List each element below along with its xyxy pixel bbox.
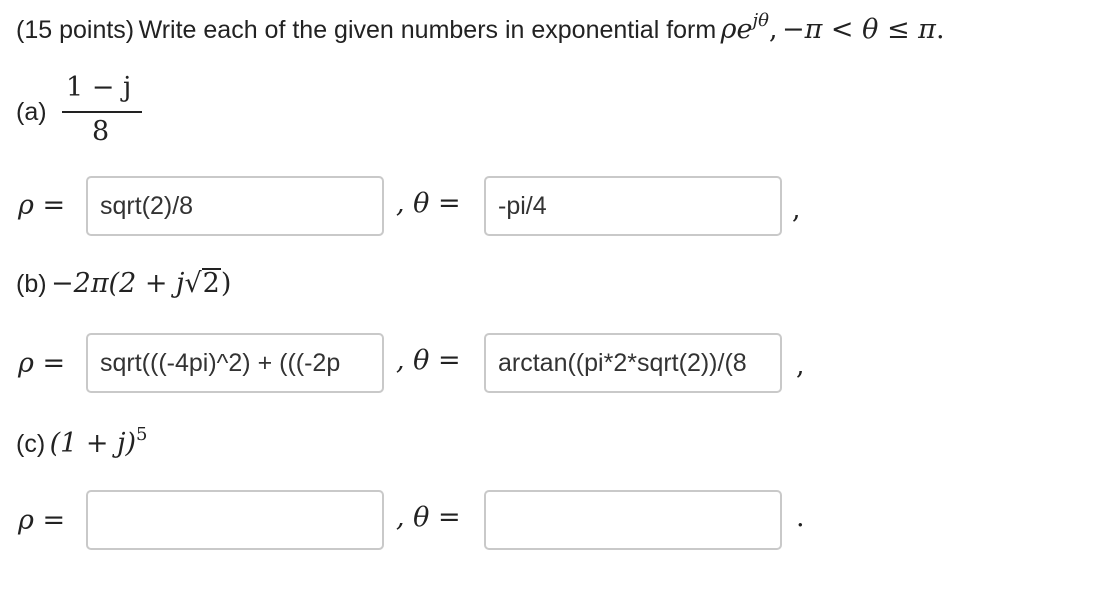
part-b-line: (b) −2π(2 + j√2)	[16, 268, 231, 299]
part-a-theta-input[interactable]	[484, 176, 782, 236]
part-b-theta-input[interactable]	[484, 333, 782, 393]
part-b-rho-eq: ρ =	[18, 348, 66, 379]
part-c-theta-input[interactable]	[484, 490, 782, 550]
question-text: Write each of the given numbers in expon…	[138, 16, 717, 44]
question-line: (15 points) Write each of the given numb…	[16, 10, 945, 45]
form-e: e	[736, 14, 753, 45]
form-comma: ,	[768, 14, 778, 45]
part-b-label: (b)	[16, 270, 47, 298]
question-period: .	[935, 14, 945, 45]
fraction-bar	[62, 111, 142, 113]
part-c-rho-eq: ρ =	[18, 505, 66, 536]
part-a-fraction: 1 − j 8	[62, 72, 142, 152]
points-label: (15 points)	[16, 16, 135, 44]
part-a-label: (a)	[16, 98, 47, 126]
part-a-end-punct: ,	[792, 194, 801, 225]
part-c-expr-exp: 5	[136, 424, 148, 445]
part-b-sqrt-arg: 2	[201, 268, 221, 299]
part-a-rho-eq: ρ =	[18, 190, 66, 221]
part-c-line: (c) (1 + j)5	[16, 424, 147, 459]
part-c-end-punct: .	[796, 502, 805, 533]
part-b-end-punct: ,	[796, 350, 805, 381]
part-b-theta-eq: , θ =	[396, 345, 461, 376]
part-b-expr-post: )	[220, 268, 232, 299]
part-a-theta-eq: , θ =	[396, 188, 461, 219]
part-a-denominator: 8	[92, 116, 110, 147]
form-exponent: jθ	[752, 10, 769, 31]
part-c-expr-base: (1 + j)	[49, 428, 137, 459]
theta-range: −π < θ ≤ π	[781, 14, 936, 45]
part-c-label: (c)	[16, 430, 46, 458]
part-c-rho-input[interactable]	[86, 490, 384, 550]
form-rho: ρ	[720, 14, 737, 45]
sqrt-icon: √	[184, 268, 202, 299]
part-c-theta-eq: , θ =	[396, 502, 461, 533]
part-b-rho-input[interactable]	[86, 333, 384, 393]
part-a-numerator: 1 − j	[66, 72, 132, 103]
part-b-expr-pre: −2π(2 + j	[51, 268, 185, 299]
part-a-rho-input[interactable]	[86, 176, 384, 236]
